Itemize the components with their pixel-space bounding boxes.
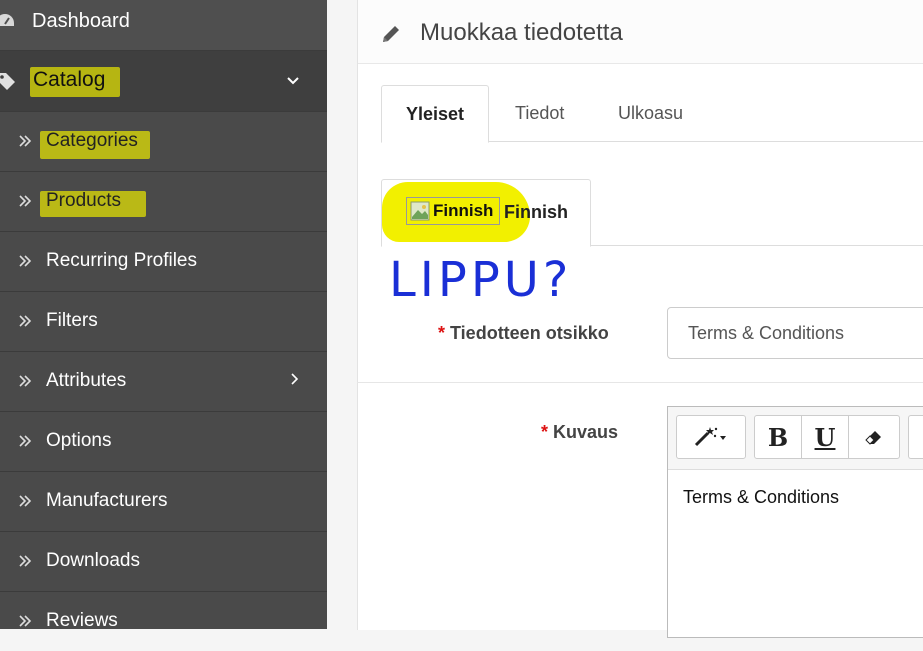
sidebar-item-label: Downloads	[46, 550, 140, 571]
sidebar: Dashboard Catalog Categories Products Re…	[0, 0, 327, 631]
more-toolbar-button[interactable]	[908, 415, 923, 459]
tab-ulkoasu[interactable]: Ulkoasu	[618, 85, 683, 141]
sidebar-item-label: Categories	[46, 130, 138, 151]
required-mark: *	[438, 323, 446, 343]
magic-wand-icon	[694, 427, 726, 447]
sidebar-item-label: Recurring Profiles	[46, 250, 197, 271]
flag-alt-text: Finnish	[433, 201, 494, 220]
sidebar-item-manufacturers[interactable]: Manufacturers	[0, 471, 327, 532]
language-tabs: Finnish Finnish	[381, 179, 923, 247]
main-tabs: Yleiset Tiedot Ulkoasu	[381, 85, 923, 143]
editor-content[interactable]: Terms & Conditions	[683, 487, 839, 508]
sidebar-item-products[interactable]: Products	[0, 171, 327, 232]
desc-label-text: Kuvaus	[553, 422, 619, 442]
double-chevron-right-icon	[19, 435, 32, 447]
double-chevron-right-icon	[19, 195, 32, 207]
sidebar-item-label: Catalog	[33, 68, 106, 91]
description-field-label: * Kuvaus	[541, 422, 618, 443]
eraser-icon	[865, 431, 881, 445]
sidebar-item-label: Dashboard	[32, 10, 130, 32]
tab-yleiset[interactable]: Yleiset	[381, 85, 489, 143]
tags-icon	[0, 73, 15, 90]
title-input[interactable]: Terms & Conditions	[667, 307, 923, 359]
double-chevron-right-icon	[19, 495, 32, 507]
required-mark: *	[541, 422, 549, 442]
panel-heading: Muokkaa tiedotetta	[358, 0, 923, 64]
sidebar-item-filters[interactable]: Filters	[0, 291, 327, 352]
sidebar-item-catalog[interactable]: Catalog	[0, 51, 327, 112]
language-tab-label: Finnish	[504, 202, 568, 222]
sidebar-item-label: Manufacturers	[46, 490, 168, 511]
style-dropdown-button[interactable]	[676, 415, 746, 459]
double-chevron-right-icon	[19, 135, 32, 147]
sidebar-item-label: Filters	[46, 310, 98, 331]
sidebar-item-downloads[interactable]: Downloads	[0, 531, 327, 592]
tab-language-finnish[interactable]: Finnish Finnish	[381, 179, 591, 247]
bold-button[interactable]: B	[754, 415, 802, 459]
double-chevron-right-icon	[19, 315, 32, 327]
sidebar-item-categories[interactable]: Categories	[0, 111, 327, 172]
title-input-value: Terms & Conditions	[688, 323, 845, 343]
annotation-text: LIPPU?	[389, 252, 572, 308]
sidebar-item-label: Options	[46, 430, 112, 451]
sidebar-item-label: Products	[46, 190, 121, 211]
sidebar-item-recurring-profiles[interactable]: Recurring Profiles	[0, 231, 327, 292]
handwritten-annotation: LIPPU?	[389, 252, 572, 308]
sidebar-item-attributes[interactable]: Attributes	[0, 351, 327, 412]
tab-tiedot[interactable]: Tiedot	[515, 85, 564, 141]
sidebar-item-reviews[interactable]: Reviews	[0, 591, 327, 651]
panel-title: Muokkaa tiedotetta	[420, 19, 623, 46]
pencil-icon	[383, 26, 399, 42]
broken-image-icon	[410, 201, 430, 221]
underline-button[interactable]: U	[801, 415, 849, 459]
description-editor: B U Terms & Conditions	[667, 406, 923, 638]
double-chevron-right-icon	[19, 255, 32, 267]
editor-toolbar: B U	[668, 407, 923, 470]
double-chevron-right-icon	[19, 555, 32, 567]
sidebar-item-options[interactable]: Options	[0, 411, 327, 472]
flag-image: Finnish	[406, 197, 500, 225]
sidebar-item-label: Attributes	[46, 370, 127, 391]
clear-format-button[interactable]	[848, 415, 900, 459]
chevron-down-icon	[287, 77, 299, 85]
dashboard-icon	[0, 14, 14, 26]
chevron-right-icon	[291, 373, 299, 385]
title-label-text: Tiedotteen otsikko	[450, 323, 609, 343]
title-field-label: * Tiedotteen otsikko	[438, 323, 609, 344]
double-chevron-right-icon	[19, 615, 32, 627]
double-chevron-right-icon	[19, 375, 32, 387]
divider	[357, 382, 923, 383]
sidebar-item-dashboard[interactable]: Dashboard	[0, 0, 327, 51]
